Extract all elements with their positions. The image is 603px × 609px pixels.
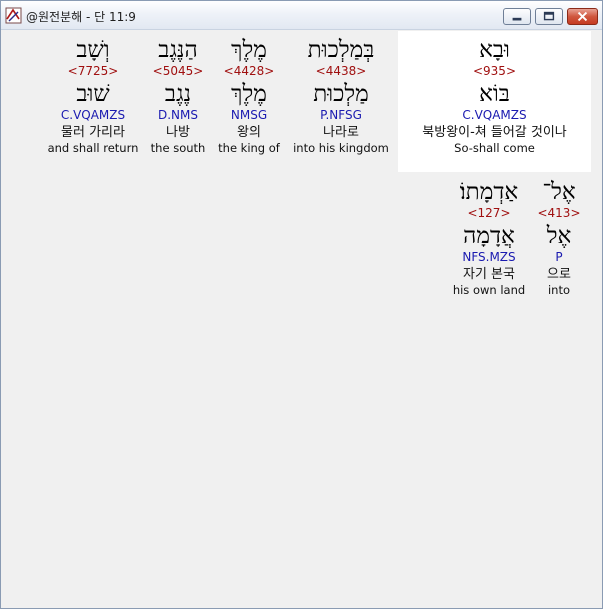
word-cell[interactable]: וְשָׁב <7725> שׁוּב C.VQAMZS 물러 가리라 and … <box>44 37 142 156</box>
strong-number[interactable]: <935> <box>398 63 591 79</box>
app-window: @원전분해 - 단 11:9 וּבָא <935> בּוֹא C.VQAMZ… <box>0 0 603 609</box>
korean-gloss: 나라로 <box>323 125 359 140</box>
english-gloss: into <box>547 283 571 297</box>
close-button[interactable] <box>567 8 598 25</box>
word-cell[interactable]: וּבָא <935> בּוֹא C.VQAMZS 북방왕이-쳐 들어갈 것이… <box>398 37 591 156</box>
hebrew-lemma: שׁוּב <box>76 81 110 107</box>
korean-gloss: 으로 <box>547 267 571 282</box>
parsing-code: P.NFSG <box>320 108 362 122</box>
hebrew-word: מֶלֶךְ <box>231 37 267 63</box>
korean-gloss: 북방왕이-쳐 들어갈 것이나 <box>422 125 567 140</box>
korean-gloss: 나방 <box>166 125 190 140</box>
parsing-code: C.VQAMZS <box>60 108 126 122</box>
hebrew-word: אֶל־ <box>542 179 576 205</box>
english-gloss: the king of <box>218 141 280 155</box>
word-cell[interactable]: הַנֶּגֶב <5045> נֶגֶב D.NMS 나방 the south <box>144 37 212 156</box>
word-cell[interactable]: אֶל־ <413> אֶל P 으로 into <box>534 179 584 298</box>
minimize-button[interactable] <box>503 8 531 25</box>
english-gloss: his own land <box>452 283 526 297</box>
hebrew-lemma: מַלְכוּת <box>313 81 369 107</box>
english-gloss: and shall return <box>47 141 139 155</box>
hebrew-word: אַדְמָתוֹ׃ <box>459 179 519 205</box>
hebrew-word: בְּמַלְכוּת <box>307 37 375 63</box>
hebrew-lemma: אֶל <box>546 223 572 249</box>
interlinear-panel: וּבָא <935> בּוֹא C.VQAMZS 북방왕이-쳐 들어갈 것이… <box>4 31 601 606</box>
close-icon <box>577 11 588 22</box>
strong-number[interactable]: <7725> <box>44 63 142 79</box>
hebrew-word: וְשָׁב <box>76 37 110 63</box>
hebrew-lemma: בּוֹא <box>479 81 510 107</box>
parsing-code: NFS.MZS <box>462 250 516 264</box>
strong-number[interactable]: <4438> <box>290 63 392 79</box>
window-title: @원전분해 - 단 11:9 <box>26 10 136 24</box>
korean-gloss: 물러 가리라 <box>61 125 125 140</box>
english-gloss: the south <box>150 141 206 155</box>
word-cell[interactable]: בְּמַלְכוּת <4438> מַלְכוּת P.NFSG 나라로 i… <box>290 37 392 156</box>
korean-gloss: 왕의 <box>237 125 261 140</box>
parsing-code: NMSG <box>230 108 268 122</box>
parsing-code: P <box>555 250 563 264</box>
word-cell[interactable]: אַדְמָתוֹ׃ <127> אֲדָמָה NFS.MZS 자기 본국 h… <box>444 179 534 298</box>
hebrew-lemma: מֶלֶךְ <box>231 81 267 107</box>
strong-number[interactable]: <127> <box>444 205 534 221</box>
hebrew-word: הַנֶּגֶב <box>158 37 198 63</box>
hebrew-lemma: נֶגֶב <box>164 81 192 107</box>
word-cell[interactable]: מֶלֶךְ <4428> מֶלֶךְ NMSG 왕의 the king of <box>214 37 284 156</box>
minimize-icon <box>512 17 522 21</box>
parsing-code: C.VQAMZS <box>462 108 527 122</box>
maximize-icon <box>543 11 555 21</box>
title-bar[interactable]: @원전분해 - 단 11:9 <box>1 1 602 30</box>
hebrew-lemma: אֲדָמָה <box>463 223 515 249</box>
parsing-code: D.NMS <box>157 108 198 122</box>
strong-number[interactable]: <5045> <box>144 63 212 79</box>
strong-number[interactable]: <413> <box>534 205 584 221</box>
english-gloss: into his kingdom <box>293 141 389 155</box>
english-gloss: So-shall come <box>454 141 535 155</box>
hebrew-word: וּבָא <box>479 37 510 63</box>
strong-number[interactable]: <4428> <box>214 63 284 79</box>
korean-gloss: 자기 본국 <box>463 267 515 282</box>
maximize-button[interactable] <box>535 8 563 25</box>
app-logo-icon <box>5 7 22 24</box>
